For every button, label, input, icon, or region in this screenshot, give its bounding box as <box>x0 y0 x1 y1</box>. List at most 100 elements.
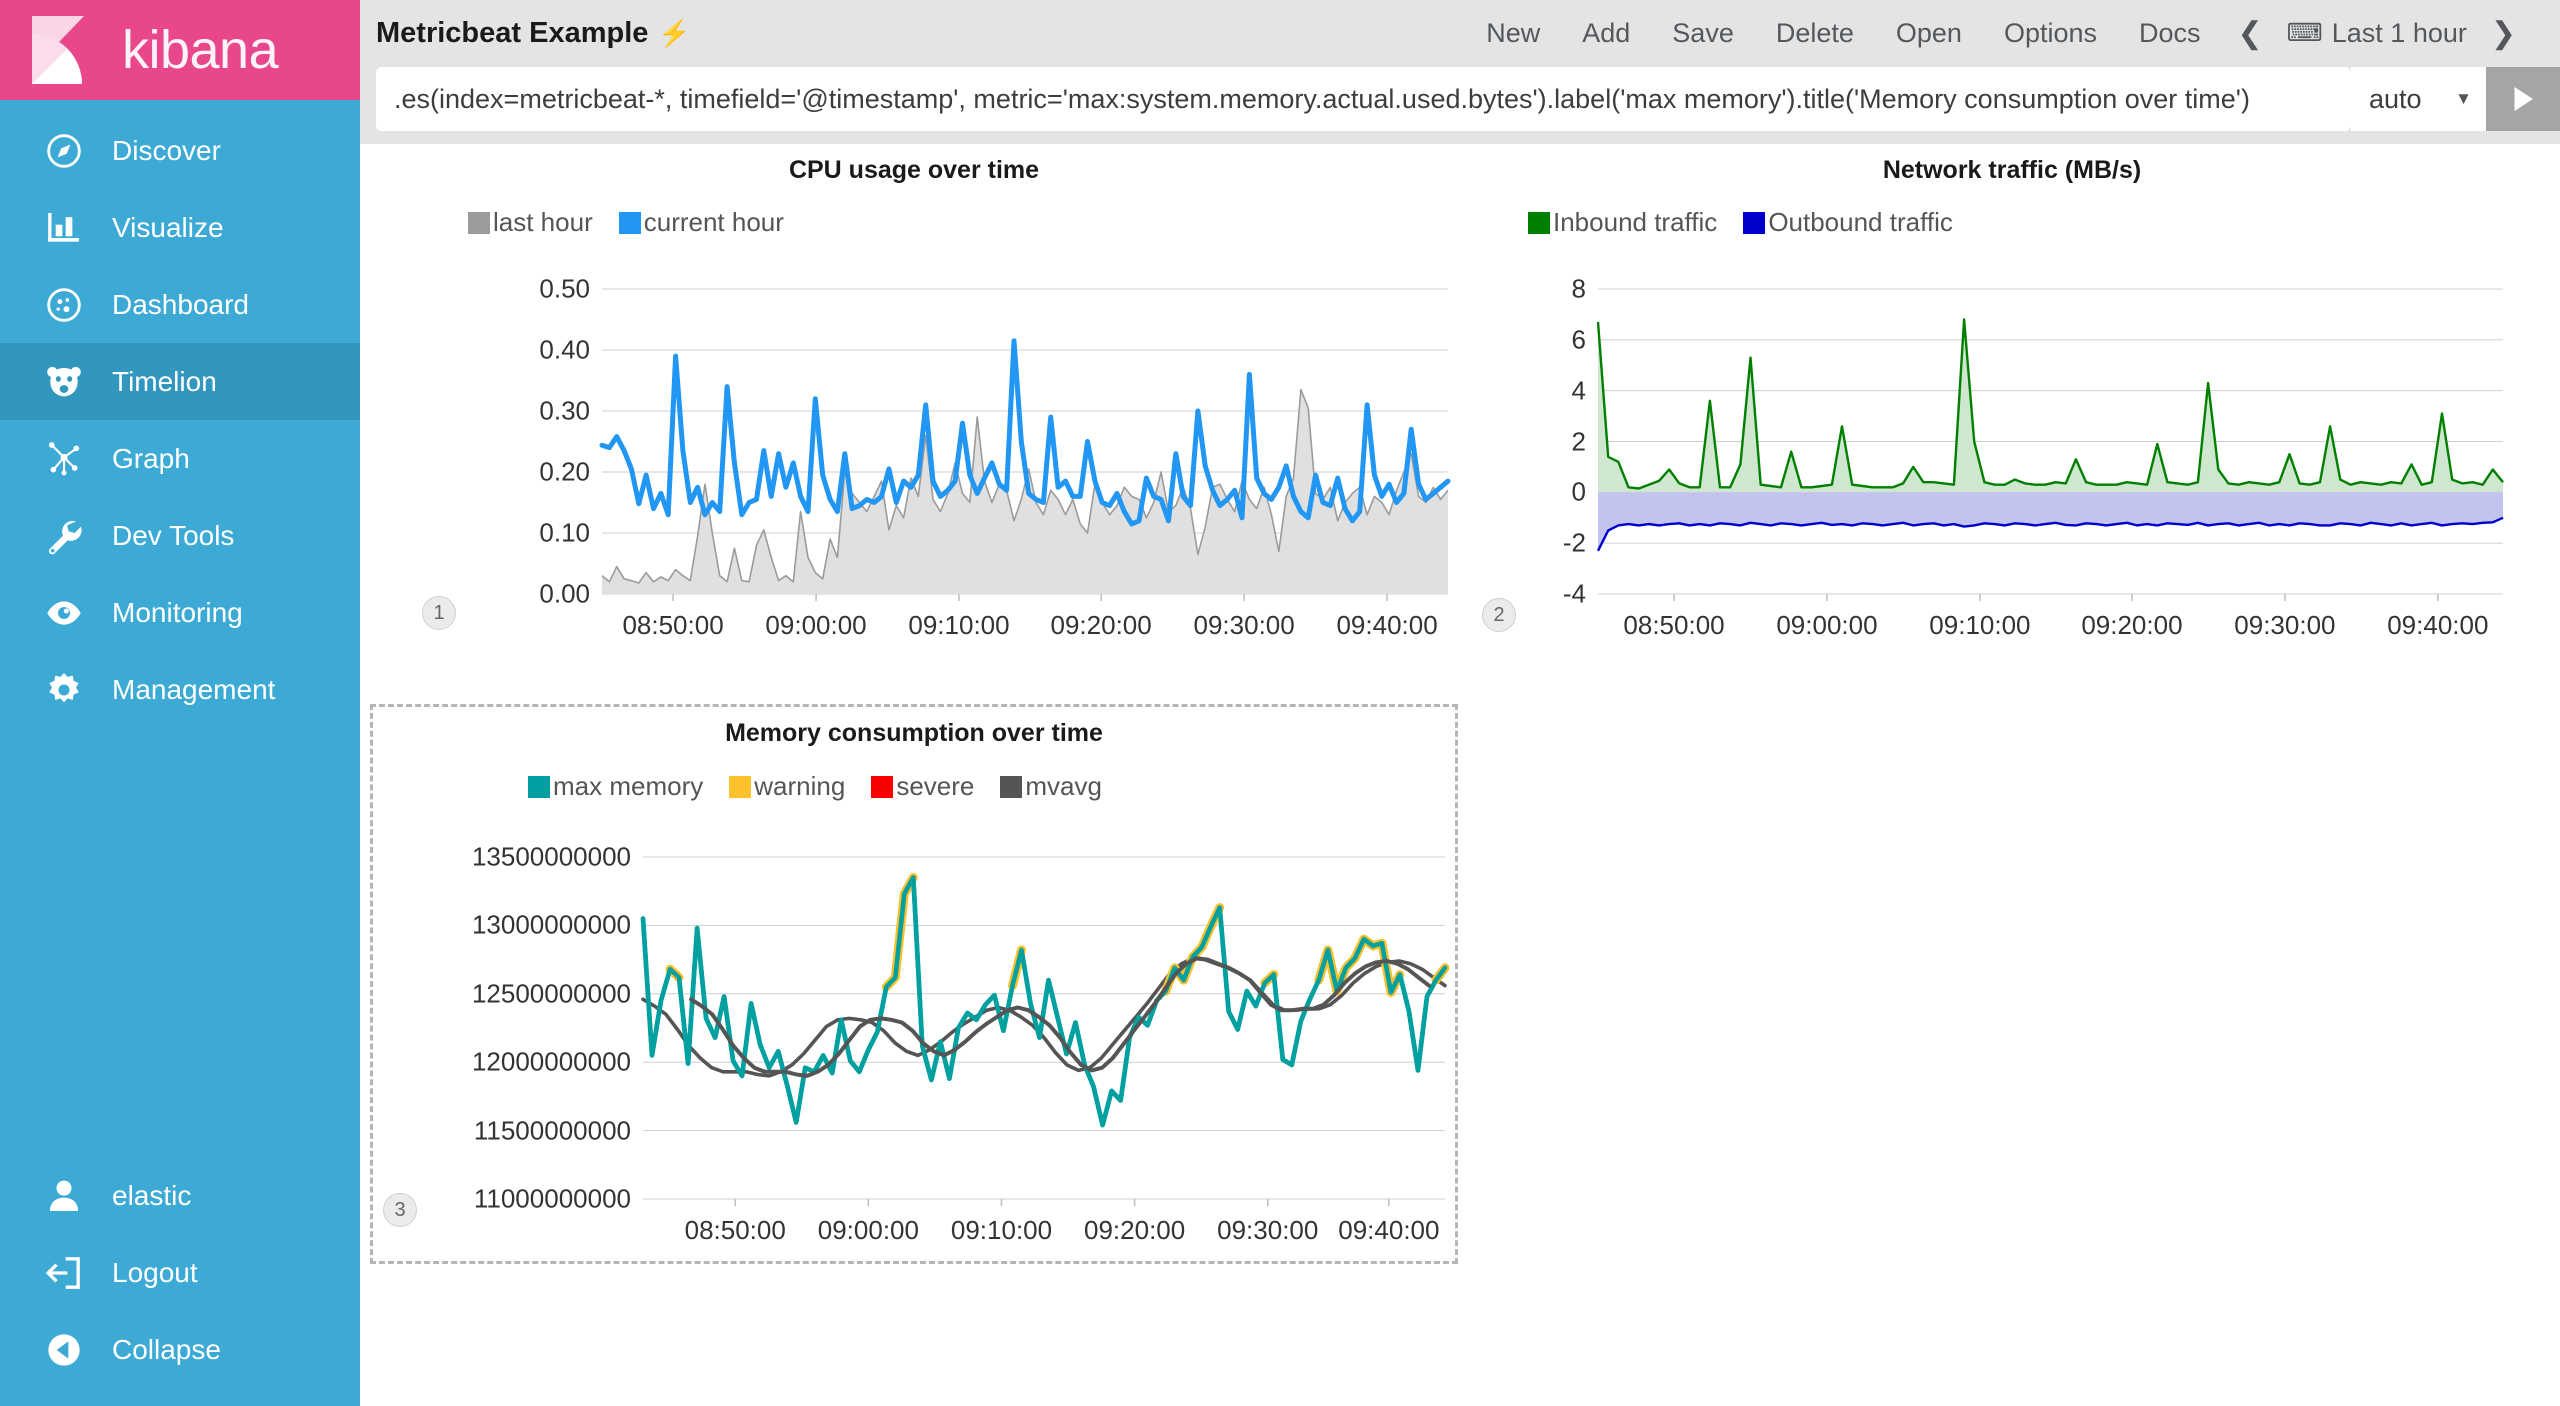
bear-icon <box>38 362 90 402</box>
sidebar-item-dashboard[interactable]: Dashboard <box>0 266 360 343</box>
sidebar-item-graph[interactable]: Graph <box>0 420 360 497</box>
graph-nodes-icon <box>38 439 90 479</box>
x-axis-tick-label: 09:30:00 <box>1217 1215 1318 1246</box>
page-title: Metricbeat Example ⚡ <box>376 17 691 50</box>
menu-add[interactable]: Add <box>1561 18 1651 49</box>
charts-area: CPU usage over time last hourcurrent hou… <box>360 144 2560 1406</box>
x-axis-tick-label: 09:00:00 <box>818 1215 919 1246</box>
legend-label: current hour <box>644 207 784 238</box>
legend-label: Inbound traffic <box>1553 207 1717 238</box>
query-bar: auto ▼ <box>360 66 2560 144</box>
menu-docs[interactable]: Docs <box>2118 18 2222 49</box>
bar-chart-icon <box>38 208 90 248</box>
x-axis-tick-label: 09:40:00 <box>1338 1215 1439 1246</box>
legend-swatch <box>1743 212 1765 234</box>
legend-label: warning <box>754 771 845 802</box>
sidebar-bottom-nav: elastic Logout <box>0 1157 360 1406</box>
gear-icon <box>38 670 90 710</box>
compass-icon <box>38 131 90 171</box>
chevron-right-icon[interactable]: ❯ <box>2475 16 2532 51</box>
legend-entry: current hour <box>619 207 784 238</box>
chart-legend: max memory warning severe mvavg <box>528 771 1102 802</box>
x-axis-tick-label: 09:10:00 <box>951 1215 1052 1246</box>
sidebar-item-label: Logout <box>112 1257 198 1289</box>
panel-number[interactable]: 1 <box>422 596 456 630</box>
menu-open[interactable]: Open <box>1875 18 1983 49</box>
x-axis-tick-label: 09:10:00 <box>908 610 1009 641</box>
sidebar-item-monitoring[interactable]: Monitoring <box>0 574 360 651</box>
sidebar-item-label: Visualize <box>112 212 224 244</box>
legend-swatch <box>619 212 641 234</box>
interval-select[interactable]: auto ▼ <box>2351 67 2486 131</box>
x-axis-tick-label: 09:00:00 <box>1776 610 1877 641</box>
x-axis-tick-label: 08:50:00 <box>1623 610 1724 641</box>
sidebar-nav: Discover Visualize <box>0 100 360 728</box>
x-axis-tick-label: 09:20:00 <box>2081 610 2182 641</box>
sidebar-item-timelion[interactable]: Timelion <box>0 343 360 420</box>
sidebar-item-collapse[interactable]: Collapse <box>0 1311 360 1388</box>
sidebar-item-label: Monitoring <box>112 597 243 629</box>
menu-save[interactable]: Save <box>1651 18 1755 49</box>
chart-legend: Inbound trafficOutbound traffic <box>1528 207 1953 238</box>
legend-entry: last hour <box>468 207 593 238</box>
chart-panel-network[interactable]: Network traffic (MB/s) Inbound trafficOu… <box>1468 144 2556 664</box>
menu-options[interactable]: Options <box>1983 18 2118 49</box>
collapse-left-icon <box>38 1330 90 1370</box>
x-axis-tick-label: 09:30:00 <box>1194 610 1295 641</box>
menu-new[interactable]: New <box>1465 18 1561 49</box>
app-header: Metricbeat Example ⚡ New Add Save Delete… <box>360 0 2560 66</box>
panel-number[interactable]: 3 <box>383 1193 417 1227</box>
sidebar-item-logout[interactable]: Logout <box>0 1234 360 1311</box>
run-query-button[interactable] <box>2486 67 2560 131</box>
sidebar-item-label: Dashboard <box>112 289 249 321</box>
brand-header[interactable]: kibana <box>0 0 360 100</box>
x-axis-tick-label: 09:10:00 <box>1929 610 2030 641</box>
sidebar-item-label: elastic <box>112 1180 191 1212</box>
x-axis-tick-label: 08:50:00 <box>622 610 723 641</box>
legend-swatch <box>468 212 490 234</box>
legend-entry: Inbound traffic <box>1528 207 1717 238</box>
sidebar-item-dev-tools[interactable]: Dev Tools <box>0 497 360 574</box>
eye-icon <box>38 593 90 633</box>
legend-label: mvavg <box>1025 771 1102 802</box>
dashboard-icon <box>38 285 90 325</box>
legend-label: last hour <box>493 207 593 238</box>
legend-label: max memory <box>553 771 703 802</box>
chevron-left-icon[interactable]: ❮ <box>2222 16 2279 51</box>
time-range-picker[interactable]: ⌨ Last 1 hour <box>2279 18 2475 49</box>
legend-swatch <box>1528 212 1550 234</box>
chart-panel-cpu[interactable]: CPU usage over time last hourcurrent hou… <box>370 144 1458 664</box>
legend-label: severe <box>896 771 974 802</box>
main-content: Metricbeat Example ⚡ New Add Save Delete… <box>360 0 2560 1406</box>
sheet-title-text: Metricbeat Example <box>376 17 648 50</box>
sidebar-item-label: Dev Tools <box>112 520 234 552</box>
x-axis-tick-label: 09:30:00 <box>2234 610 2335 641</box>
panel-number[interactable]: 2 <box>1482 598 1516 632</box>
menu-delete[interactable]: Delete <box>1755 18 1875 49</box>
sidebar: kibana Discover <box>0 0 360 1406</box>
x-axis-tick-label: 09:00:00 <box>765 610 866 641</box>
legend-entry: max memory <box>528 771 703 802</box>
x-axis-tick-label: 09:20:00 <box>1051 610 1152 641</box>
sidebar-item-label: Management <box>112 674 275 706</box>
legend-entry: severe <box>871 771 974 802</box>
clock-icon: ⌨ <box>2287 18 2323 48</box>
play-icon <box>2506 82 2540 116</box>
sidebar-item-management[interactable]: Management <box>0 651 360 728</box>
sidebar-item-visualize[interactable]: Visualize <box>0 189 360 266</box>
wrench-icon <box>38 516 90 556</box>
logout-icon <box>38 1253 90 1293</box>
interval-value: auto <box>2369 84 2422 115</box>
user-icon <box>38 1176 90 1216</box>
kibana-logo-icon <box>28 14 100 86</box>
sidebar-item-label: Discover <box>112 135 221 167</box>
sidebar-item-discover[interactable]: Discover <box>0 112 360 189</box>
brand-name: kibana <box>122 23 278 77</box>
x-axis-tick-label: 09:20:00 <box>1084 1215 1185 1246</box>
sidebar-item-label: Collapse <box>112 1334 221 1366</box>
sidebar-item-user[interactable]: elastic <box>0 1157 360 1234</box>
chart-panel-memory[interactable]: Memory consumption over time max memoryw… <box>370 704 1458 1264</box>
timelion-expression-input[interactable] <box>376 67 2351 131</box>
x-axis-tick-label: 08:50:00 <box>685 1215 786 1246</box>
x-axis-tick-label: 09:40:00 <box>1336 610 1437 641</box>
